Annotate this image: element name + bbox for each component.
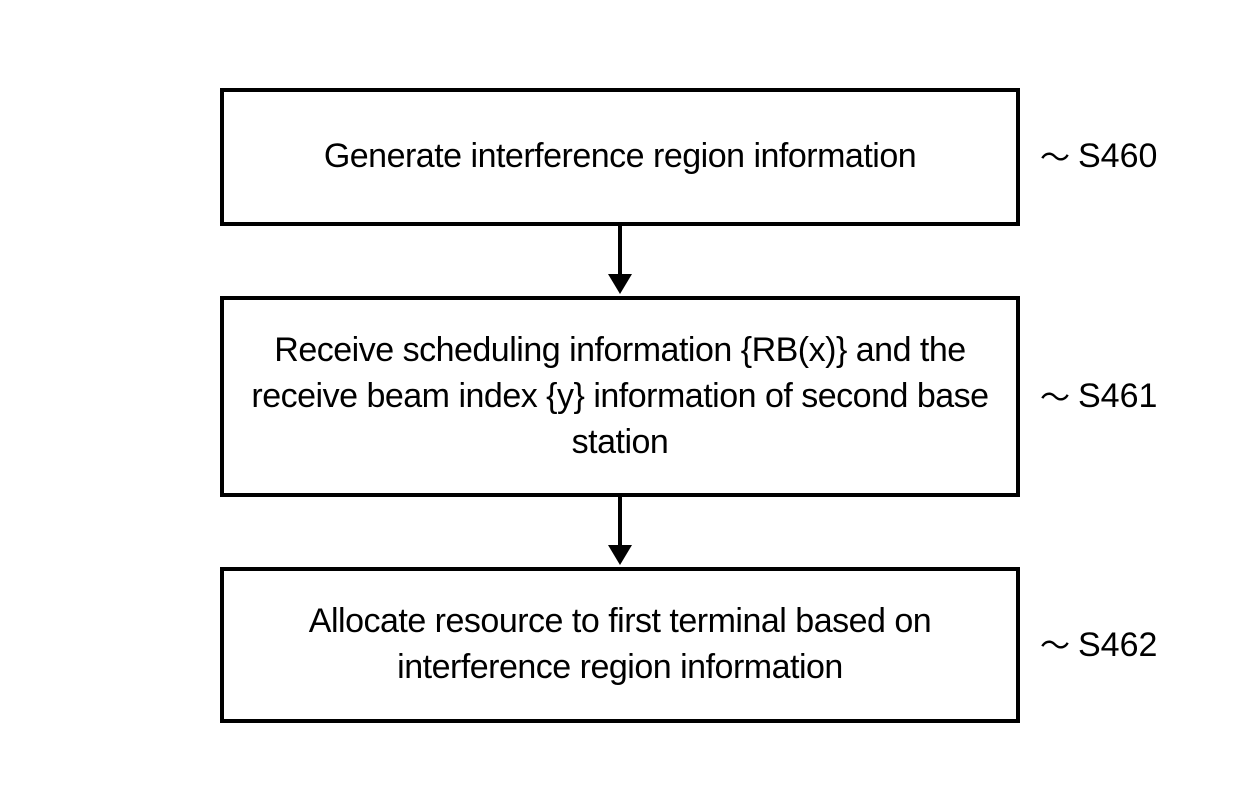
arrow-line-1: [618, 497, 622, 547]
step-label-0: 〜 S460: [1040, 135, 1157, 179]
step-label-text-2: S462: [1078, 626, 1157, 665]
flow-box-text-1: Receive scheduling information {RB(x)} a…: [251, 331, 988, 461]
flow-box-0: Generate interference region information: [220, 88, 1020, 226]
flow-box-1: Receive scheduling information {RB(x)} a…: [220, 296, 1020, 498]
step-label-text-1: S461: [1078, 377, 1157, 416]
step-label-1: 〜 S461: [1040, 375, 1157, 419]
label-connector-1: 〜: [1040, 373, 1070, 417]
flowchart-container: Generate interference region information…: [220, 88, 1020, 723]
flow-box-2: Allocate resource to first terminal base…: [220, 567, 1020, 723]
flow-row-2: Allocate resource to first terminal base…: [220, 567, 1020, 723]
label-connector-2: 〜: [1040, 621, 1070, 665]
step-label-2: 〜 S462: [1040, 623, 1157, 667]
arrow-line-0: [618, 226, 622, 276]
flow-box-text-0: Generate interference region information: [324, 137, 916, 175]
arrow-head-1: [608, 545, 632, 565]
arrow-connector-1: [608, 497, 632, 567]
flow-box-text-2: Allocate resource to first terminal base…: [309, 602, 931, 686]
flow-row-0: Generate interference region information…: [220, 88, 1020, 226]
arrow-connector-0: [608, 226, 632, 296]
label-connector-0: 〜: [1040, 133, 1070, 177]
arrow-head-0: [608, 274, 632, 294]
flow-row-1: Receive scheduling information {RB(x)} a…: [220, 296, 1020, 498]
step-label-text-0: S460: [1078, 137, 1157, 176]
